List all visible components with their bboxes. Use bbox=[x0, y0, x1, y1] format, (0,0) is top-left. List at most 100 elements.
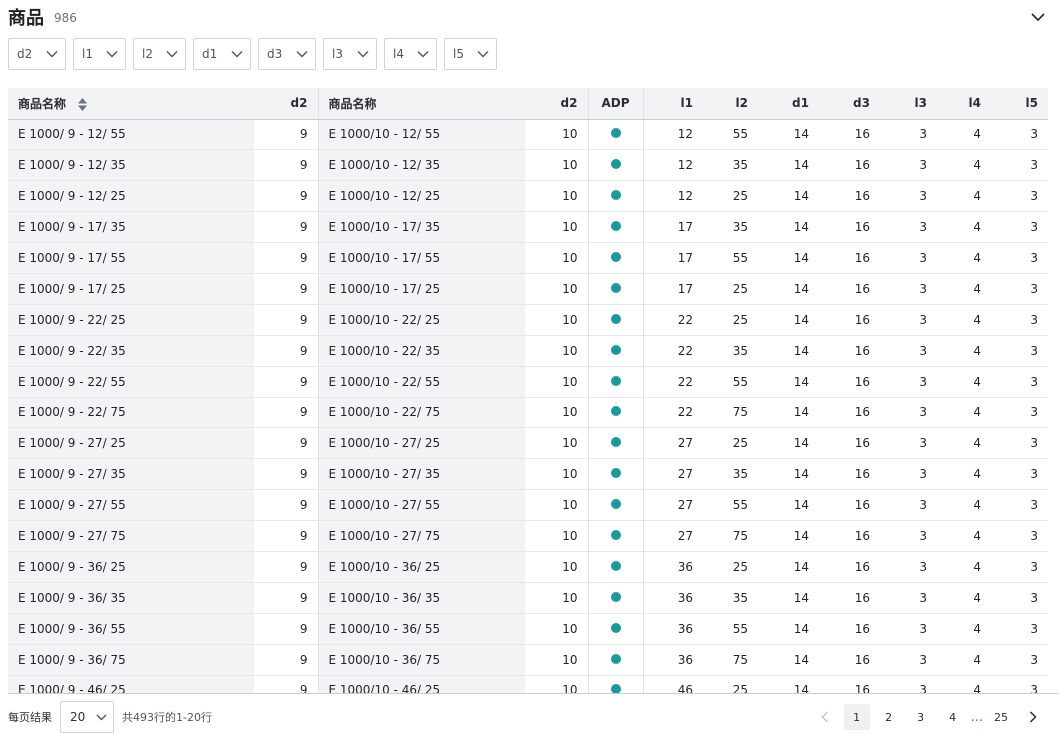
chevron-left-icon bbox=[821, 711, 828, 723]
cell-l4: 4 bbox=[937, 366, 991, 398]
table-row[interactable]: E 1000/ 9 - 46/ 25 9 E 1000/10 - 46/ 25 10 4… bbox=[8, 675, 1048, 693]
col-header-l3[interactable]: l3 bbox=[880, 88, 937, 120]
cell-d2: 9 bbox=[254, 427, 319, 460]
col-header-d2-2[interactable]: d2 bbox=[525, 88, 589, 120]
filter-dropdown-d1[interactable]: d1 bbox=[193, 38, 251, 70]
cell-d3: 16 bbox=[819, 613, 880, 645]
table-row[interactable]: E 1000/ 9 - 36/ 75 9 E 1000/10 - 36/ 75 10 3… bbox=[8, 644, 1048, 676]
col-header-l2[interactable]: l2 bbox=[703, 88, 758, 120]
cell-name: E 1000/ 9 - 27/ 35 bbox=[8, 458, 254, 491]
col-header-l1[interactable]: l1 bbox=[643, 88, 703, 120]
cell-l4: 4 bbox=[937, 304, 991, 336]
page-button-2[interactable]: 2 bbox=[876, 704, 902, 730]
table-row[interactable]: E 1000/ 9 - 17/ 55 9 E 1000/10 - 17/ 55 10 1… bbox=[8, 242, 1048, 274]
prev-page-button[interactable] bbox=[812, 704, 838, 730]
adp-status-dot-icon bbox=[610, 344, 621, 355]
table-row[interactable]: E 1000/ 9 - 36/ 25 9 E 1000/10 - 36/ 25 10 3… bbox=[8, 551, 1048, 583]
filter-dropdown-l3[interactable]: l3 bbox=[323, 38, 377, 70]
cell-adp bbox=[588, 489, 644, 522]
cell-l2: 35 bbox=[703, 149, 758, 182]
cell-l1: 36 bbox=[643, 613, 703, 645]
table-row[interactable]: E 1000/ 9 - 27/ 35 9 E 1000/10 - 27/ 35 10 2… bbox=[8, 458, 1048, 491]
col-header-l4[interactable]: l4 bbox=[937, 88, 991, 120]
filter-dropdown-l5[interactable]: l5 bbox=[444, 38, 497, 70]
cell-name-2: E 1000/10 - 17/ 25 bbox=[318, 273, 525, 305]
cell-d2: 9 bbox=[254, 304, 319, 336]
adp-status-dot-icon bbox=[610, 468, 621, 479]
cell-d3: 16 bbox=[819, 119, 880, 151]
col-header-l5[interactable]: l5 bbox=[991, 88, 1048, 120]
table-row[interactable]: E 1000/ 9 - 22/ 75 9 E 1000/10 - 22/ 75 10 2… bbox=[8, 397, 1048, 429]
col-header-name-2[interactable]: 商品名称 bbox=[318, 88, 525, 120]
table-row[interactable]: E 1000/ 9 - 27/ 55 9 E 1000/10 - 27/ 55 10 2… bbox=[8, 489, 1048, 522]
sort-icon[interactable] bbox=[78, 97, 88, 111]
adp-status-dot-icon bbox=[610, 560, 621, 571]
cell-d1: 14 bbox=[758, 458, 819, 491]
col-header-name[interactable]: 商品名称 bbox=[8, 88, 254, 120]
collapse-toggle[interactable] bbox=[1027, 6, 1049, 28]
adp-status-dot-icon bbox=[610, 499, 621, 510]
table-footer: 每页结果 20 共493行的1-20行 1 2 3 4... 25 bbox=[8, 700, 1049, 734]
table-row[interactable]: E 1000/ 9 - 17/ 25 9 E 1000/10 - 17/ 25 10 1… bbox=[8, 273, 1048, 305]
page-button-last[interactable]: 25 bbox=[988, 704, 1014, 730]
cell-l4: 4 bbox=[937, 582, 991, 614]
per-page-select[interactable]: 20 bbox=[60, 701, 114, 733]
cell-l3: 3 bbox=[880, 520, 937, 552]
cell-name-2: E 1000/10 - 36/ 35 bbox=[318, 582, 525, 614]
adp-status-dot-icon bbox=[610, 282, 621, 293]
filter-dropdown-l2[interactable]: l2 bbox=[133, 38, 186, 70]
filter-bar: d2 l1 l2 d1 d3 l3 l4 l5 bbox=[8, 38, 497, 70]
col-header-d3[interactable]: d3 bbox=[819, 88, 880, 120]
col-header-adp[interactable]: ADP bbox=[588, 88, 644, 120]
cell-adp bbox=[588, 427, 644, 460]
cell-name-2: E 1000/10 - 46/ 25 bbox=[318, 675, 525, 693]
page-button-4[interactable]: 4 bbox=[940, 704, 966, 730]
table-row[interactable]: E 1000/ 9 - 12/ 25 9 E 1000/10 - 12/ 25 10 1… bbox=[8, 180, 1048, 213]
cell-l3: 3 bbox=[880, 675, 937, 693]
page-button-3[interactable]: 3 bbox=[908, 704, 934, 730]
table-row[interactable]: E 1000/ 9 - 17/ 35 9 E 1000/10 - 17/ 35 10 1… bbox=[8, 211, 1048, 244]
cell-name: E 1000/ 9 - 12/ 55 bbox=[8, 119, 254, 151]
filter-dropdown-l1[interactable]: l1 bbox=[73, 38, 126, 70]
table-row[interactable]: E 1000/ 9 - 22/ 55 9 E 1000/10 - 22/ 55 10 2… bbox=[8, 366, 1048, 398]
cell-l3: 3 bbox=[880, 613, 937, 645]
table-row[interactable]: E 1000/ 9 - 22/ 35 9 E 1000/10 - 22/ 35 10 2… bbox=[8, 335, 1048, 367]
cell-adp bbox=[588, 149, 644, 182]
cell-name-2: E 1000/10 - 22/ 25 bbox=[318, 304, 525, 336]
cell-l2: 25 bbox=[703, 551, 758, 583]
cell-l5: 3 bbox=[991, 211, 1048, 244]
adp-status-dot-icon bbox=[610, 313, 621, 324]
cell-l2: 75 bbox=[703, 644, 758, 676]
table-row[interactable]: E 1000/ 9 - 22/ 25 9 E 1000/10 - 22/ 25 10 2… bbox=[8, 304, 1048, 336]
table-row[interactable]: E 1000/ 9 - 27/ 75 9 E 1000/10 - 27/ 75 10 2… bbox=[8, 520, 1048, 552]
cell-l2: 35 bbox=[703, 582, 758, 614]
cell-l4: 4 bbox=[937, 427, 991, 460]
cell-d2: 9 bbox=[254, 397, 319, 429]
table-row[interactable]: E 1000/ 9 - 12/ 55 9 E 1000/10 - 12/ 55 10 1… bbox=[8, 119, 1048, 151]
cell-d2: 9 bbox=[254, 211, 319, 244]
cell-l3: 3 bbox=[880, 211, 937, 244]
cell-l2: 55 bbox=[703, 613, 758, 645]
table-row[interactable]: E 1000/ 9 - 12/ 35 9 E 1000/10 - 12/ 35 10 1… bbox=[8, 149, 1048, 182]
next-page-button[interactable] bbox=[1020, 704, 1046, 730]
page-title: 商品 bbox=[8, 8, 44, 29]
cell-l3: 3 bbox=[880, 397, 937, 429]
table-row[interactable]: E 1000/ 9 - 36/ 35 9 E 1000/10 - 36/ 35 10 3… bbox=[8, 582, 1048, 614]
cell-l1: 17 bbox=[643, 211, 703, 244]
col-header-d2[interactable]: d2 bbox=[254, 88, 319, 120]
filter-dropdown-l4[interactable]: l4 bbox=[384, 38, 437, 70]
cell-name-2: E 1000/10 - 22/ 35 bbox=[318, 335, 525, 367]
col-header-d1[interactable]: d1 bbox=[758, 88, 819, 120]
cell-adp bbox=[588, 613, 644, 645]
cell-d2: 9 bbox=[254, 180, 319, 213]
cell-d2-2: 10 bbox=[525, 582, 589, 614]
page-button-1[interactable]: 1 bbox=[843, 704, 870, 730]
table-row[interactable]: E 1000/ 9 - 27/ 25 9 E 1000/10 - 27/ 25 10 2… bbox=[8, 427, 1048, 460]
cell-l3: 3 bbox=[880, 335, 937, 367]
filter-dropdown-d2[interactable]: d2 bbox=[8, 38, 66, 70]
cell-l4: 4 bbox=[937, 613, 991, 645]
cell-l4: 4 bbox=[937, 644, 991, 676]
filter-dropdown-d3[interactable]: d3 bbox=[258, 38, 316, 70]
table-row[interactable]: E 1000/ 9 - 36/ 55 9 E 1000/10 - 36/ 55 10 3… bbox=[8, 613, 1048, 645]
cell-d2-2: 10 bbox=[525, 211, 589, 244]
